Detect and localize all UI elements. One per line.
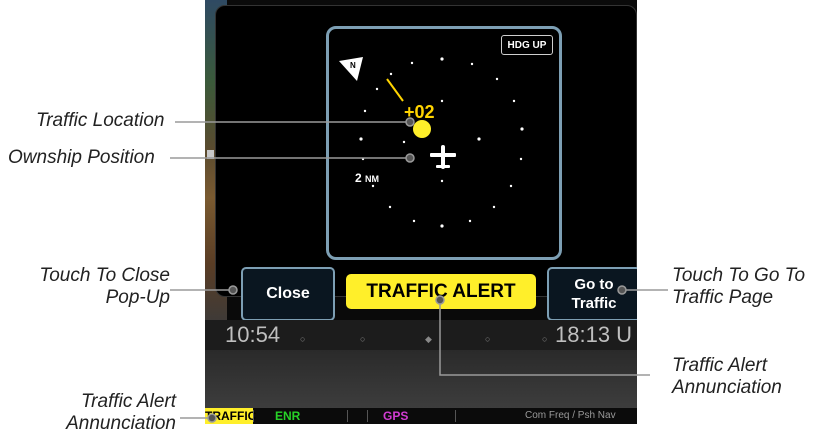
callout-alert-right-line2: Annunciation — [672, 377, 782, 398]
callout-alert-annunciation-right: Traffic Alert Annunciation — [672, 355, 782, 399]
callout-touch-close-line2: Pop-Up — [105, 287, 170, 308]
callout-alert-annunciation-left: Traffic Alert Annunciation — [28, 391, 176, 435]
callout-alert-right-line1: Traffic Alert — [672, 355, 768, 376]
callout-touch-goto-line1: Touch To Go To — [672, 265, 806, 286]
callout-alert-left-line2: Annunciation — [66, 413, 176, 434]
callout-alert-left-line1: Traffic Alert — [80, 391, 176, 412]
callout-touch-goto: Touch To Go To Traffic Page — [672, 265, 805, 309]
callout-touch-close-line1: Touch To Close — [39, 265, 170, 286]
callout-touch-close: Touch To Close Pop-Up — [30, 265, 170, 309]
callout-ownship-position: Ownship Position — [8, 147, 155, 168]
callout-traffic-location: Traffic Location — [36, 110, 165, 131]
callout-touch-goto-line2: Traffic Page — [672, 287, 774, 308]
